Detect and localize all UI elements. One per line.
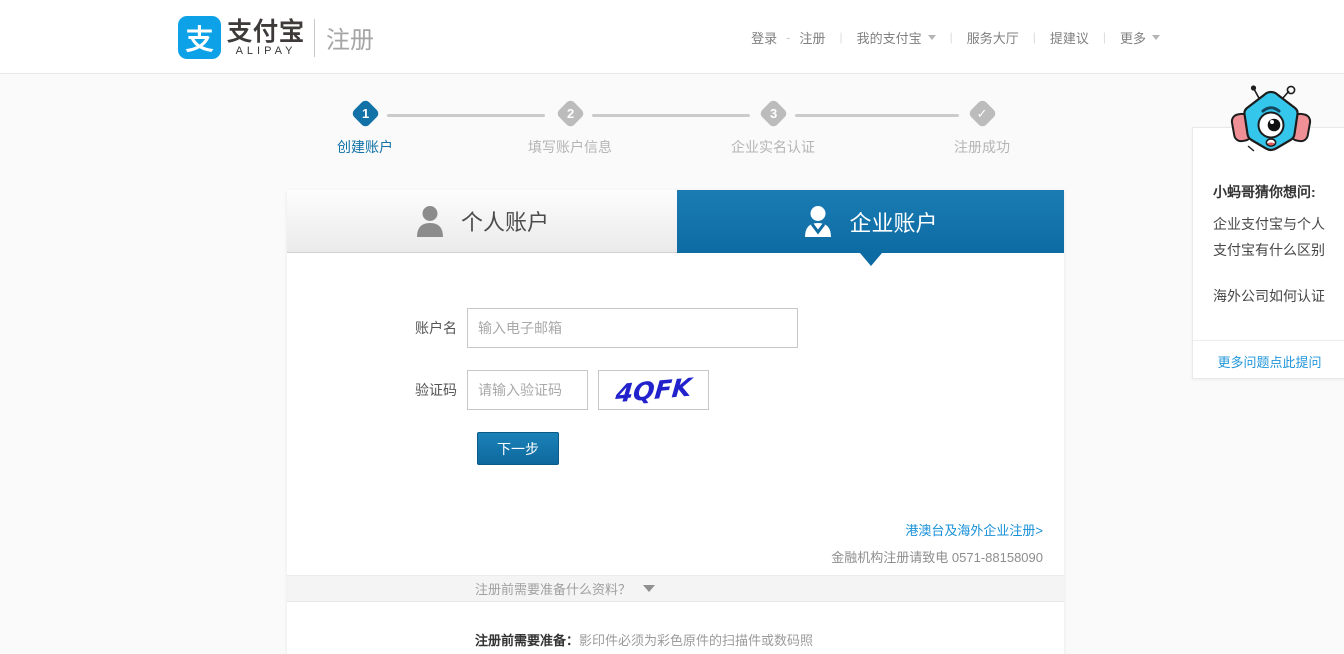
helper-question-difference[interactable]: 企业支付宝与个人支付宝有什么区别 <box>1213 211 1333 263</box>
step-fill-info: 2 填写账户信息 <box>510 98 630 157</box>
mascot-robot-icon <box>1230 85 1312 152</box>
nav-separator: | <box>949 30 953 44</box>
brand-name: 支付宝 <box>227 17 306 46</box>
person-icon <box>416 205 443 237</box>
top-nav: 登录 - 注册 | 我的支付宝 | 服务大厅 | 提建议 | 更多 <box>751 0 1160 74</box>
prep-materials-toggle[interactable]: 注册前需要准备什么资料？ <box>287 575 1064 602</box>
captcha-input[interactable] <box>467 370 588 410</box>
captcha-label: 验证码 <box>415 382 457 398</box>
nav-dash: - <box>786 29 791 45</box>
captcha-image[interactable]: 4QFK <box>598 370 709 410</box>
brand-subtitle: ALIPAY <box>235 44 297 57</box>
account-input[interactable] <box>467 308 798 348</box>
check-icon: ✓ <box>967 98 997 129</box>
helper-question-overseas[interactable]: 海外公司如何认证 <box>1213 283 1333 309</box>
triangle-down-icon <box>643 585 656 592</box>
prep-note-label: 注册前需要准备： <box>475 633 580 648</box>
finance-contact-note: 金融机构注册请致电 0571-88158090 <box>831 550 1043 565</box>
step-label: 创建账户 <box>337 139 393 155</box>
tab-label: 企业账户 <box>849 210 938 236</box>
nav-separator: | <box>1032 30 1036 44</box>
brand-text: 支付宝 ALIPAY <box>227 19 305 57</box>
account-row: 账户名 <box>287 308 798 348</box>
nav-service-hall[interactable]: 服务大厅 <box>967 28 1019 47</box>
step-label: 企业实名认证 <box>731 139 815 155</box>
helper-divider <box>1193 340 1344 341</box>
nav-register[interactable]: 注册 <box>799 28 825 47</box>
logo-divider <box>314 18 316 57</box>
account-label: 账户名 <box>415 320 457 336</box>
nav-login[interactable]: 登录 <box>751 28 777 47</box>
prep-question: 注册前需要准备什么资料？ <box>475 582 632 597</box>
nav-separator: | <box>839 30 843 44</box>
nav-more[interactable]: 更多 <box>1120 28 1146 47</box>
step-create-account: 1 创建账户 <box>305 98 425 157</box>
alipay-logo-icon: 支 <box>178 16 221 59</box>
chevron-down-icon <box>927 34 936 40</box>
prep-note: 注册前需要准备：影印件必须为彩色原件的扫描件或数码照 <box>475 630 813 649</box>
helper-more-link[interactable]: 更多问题点此提问 <box>1193 352 1344 371</box>
tab-enterprise-account[interactable]: 企业账户 <box>677 190 1064 253</box>
step-1-marker: 1 <box>350 98 380 129</box>
page-title: 注册 <box>326 27 375 54</box>
header: 支 支付宝 ALIPAY 注册 登录 - 注册 | 我的支付宝 | 服务大厅 |… <box>0 0 1344 74</box>
step-success: ✓ 注册成功 <box>922 98 1042 157</box>
active-tab-pointer <box>860 253 882 266</box>
business-person-icon <box>805 206 832 237</box>
prep-note-text: 影印件必须为彩色原件的扫描件或数码照 <box>579 633 814 648</box>
step-verify-enterprise: 3 企业实名认证 <box>713 98 833 157</box>
step-2-marker: 2 <box>555 98 585 129</box>
tab-label: 个人账户 <box>460 210 549 235</box>
step-label: 填写账户信息 <box>528 139 612 155</box>
step-label: 注册成功 <box>954 139 1010 155</box>
step-3-marker: 3 <box>758 98 788 129</box>
nav-my-alipay[interactable]: 我的支付宝 <box>857 28 922 47</box>
helper-title: 小蚂哥猜你想问: <box>1213 184 1316 200</box>
alipay-logo[interactable]: 支 支付宝 ALIPAY 注册 <box>178 16 374 59</box>
overseas-register-link[interactable]: 港澳台及海外企业注册> <box>905 520 1043 539</box>
tab-personal-account[interactable]: 个人账户 <box>287 190 677 253</box>
register-panel: 个人账户 企业账户 账户名 验证码 4QFK 下一步 港澳台及海外企业注册> 金… <box>287 190 1064 654</box>
chevron-down-icon <box>1152 34 1160 40</box>
next-step-button[interactable]: 下一步 <box>477 432 559 465</box>
nav-separator: | <box>1102 30 1106 44</box>
captcha-row: 验证码 4QFK <box>287 370 709 410</box>
nav-suggestion[interactable]: 提建议 <box>1050 28 1089 47</box>
captcha-text: 4QFK <box>614 372 693 408</box>
progress-steps: 1 创建账户 2 填写账户信息 3 企业实名认证 ✓ 注册成功 <box>287 98 1064 164</box>
